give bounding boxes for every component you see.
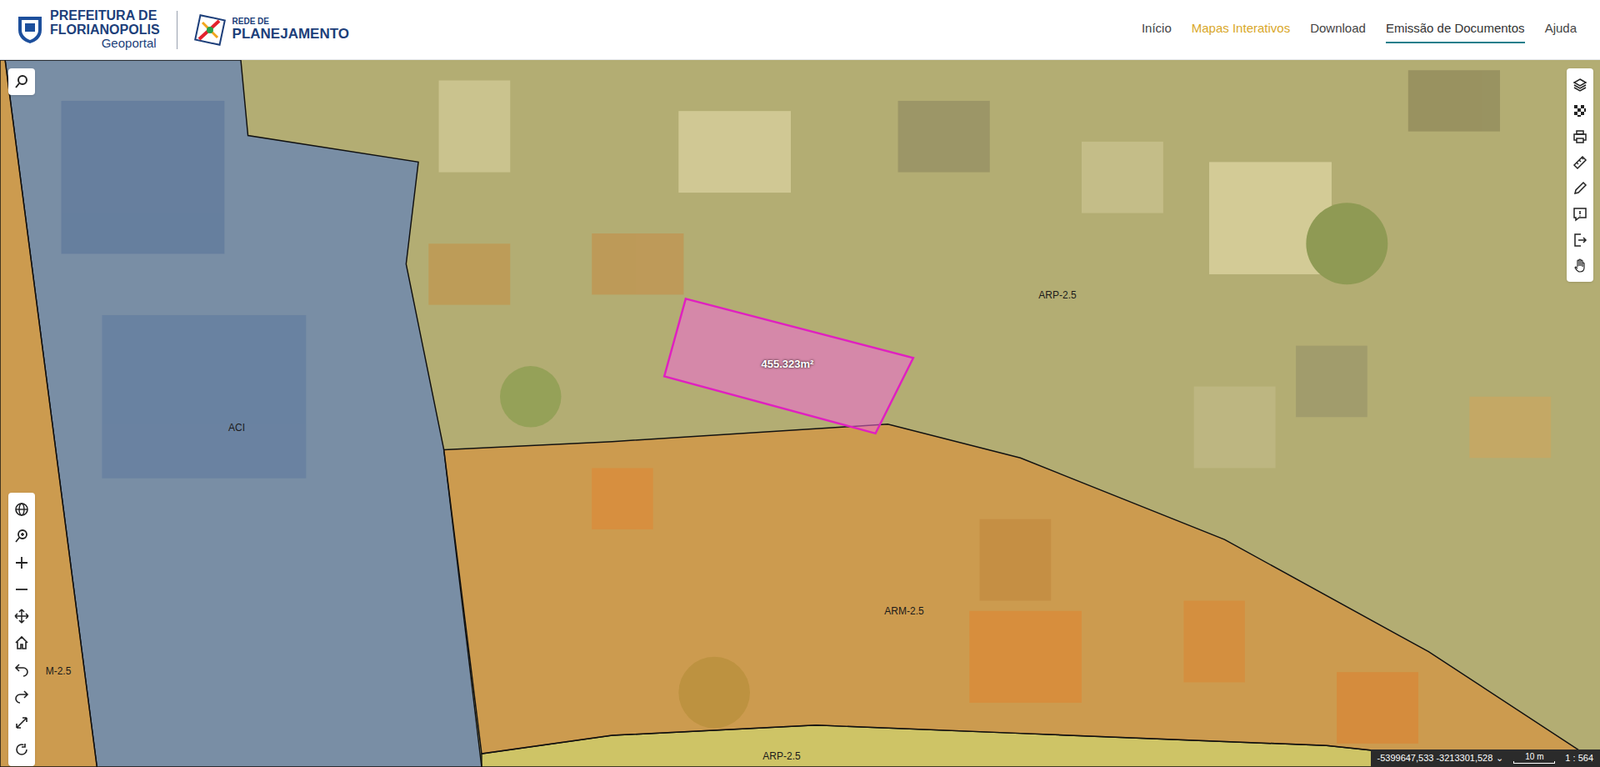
logo-subtitle: Geoportal xyxy=(101,36,160,50)
info-button[interactable] xyxy=(1566,200,1594,227)
undo-icon xyxy=(14,661,30,677)
zone-area[interactable] xyxy=(444,424,1600,767)
logo-line: FLORIANOPOLIS xyxy=(50,23,160,38)
basemap-button[interactable] xyxy=(1566,97,1594,124)
map-canvas[interactable] xyxy=(0,60,1600,767)
zoom-out-button[interactable] xyxy=(8,575,35,603)
coordinates-display[interactable]: -5399647,533 -3213301,528 ⌄ xyxy=(1377,753,1505,763)
scale-bar-line xyxy=(1513,760,1555,764)
separator xyxy=(176,10,178,50)
zone-area[interactable] xyxy=(0,60,97,767)
minus-icon xyxy=(14,581,30,597)
logo-line: PREFEITURA DE xyxy=(50,9,160,24)
network-title: PLANEJAMENTO xyxy=(232,26,350,42)
nav-link[interactable]: Emissão de Documentos xyxy=(1385,15,1525,44)
nav-link[interactable]: Mapas Interativos xyxy=(1191,15,1290,44)
print-button[interactable] xyxy=(1566,123,1594,150)
zoom-area-button[interactable] xyxy=(8,522,35,550)
zone-label: ARP-2.5 xyxy=(762,748,800,764)
main-nav: Início Mapas Interativos Download Emissão d… xyxy=(1141,0,1584,60)
nav-link[interactable]: Início xyxy=(1141,15,1172,44)
export-button[interactable] xyxy=(1566,226,1594,253)
draw-button[interactable] xyxy=(1566,175,1594,201)
layers-button[interactable] xyxy=(1566,71,1594,98)
prefeitura-logo[interactable]: PREFEITURA DE FLORIANOPOLIS Geoportal xyxy=(16,9,160,50)
planning-network-icon xyxy=(194,14,226,46)
redo-icon xyxy=(14,688,30,704)
refresh-icon xyxy=(14,741,30,757)
nav-link[interactable]: Download xyxy=(1310,15,1366,44)
network-logo[interactable]: REDE DE PLANEJAMENTO xyxy=(194,14,350,46)
map-tools-right xyxy=(1566,68,1594,282)
measure-button[interactable] xyxy=(1566,149,1594,175)
coordinates: -5399647,533 -3213301,528 xyxy=(1377,753,1494,763)
info-icon xyxy=(1572,206,1588,222)
undo-button[interactable] xyxy=(8,655,35,683)
expand-icon xyxy=(14,715,30,730)
move-icon xyxy=(14,608,30,624)
layers-icon xyxy=(1572,77,1588,93)
refresh-button[interactable] xyxy=(8,735,35,763)
home-button[interactable] xyxy=(8,629,35,656)
hand-icon xyxy=(1572,258,1588,274)
map-tools-left xyxy=(8,492,35,766)
status-bar: -5399647,533 -3213301,528 ⌄ 10 m 1 : 564 xyxy=(1370,749,1600,767)
zone-label: M-2.5 xyxy=(45,663,72,679)
zoom-search-icon xyxy=(14,528,30,544)
globe-button[interactable] xyxy=(8,495,35,523)
identify-button[interactable] xyxy=(1566,252,1594,279)
home-icon xyxy=(14,635,30,650)
pencil-icon xyxy=(1572,180,1588,196)
plus-icon xyxy=(14,555,30,570)
zone-area[interactable] xyxy=(0,60,1600,767)
selected-parcel[interactable] xyxy=(664,298,914,434)
redo-button[interactable] xyxy=(8,682,35,710)
nav-link[interactable]: Ajuda xyxy=(1545,15,1577,44)
search-button[interactable] xyxy=(8,68,35,95)
scale-ratio: 1 : 564 xyxy=(1565,753,1594,763)
ruler-icon xyxy=(1572,155,1588,170)
pan-button[interactable] xyxy=(8,602,35,630)
checkerboard-icon xyxy=(1572,103,1588,119)
scale-bar: 10 m xyxy=(1513,752,1555,764)
exit-icon xyxy=(1572,232,1588,248)
city-shield-icon xyxy=(16,15,44,45)
zone-label: ARP-2.5 xyxy=(1038,287,1076,303)
zone-label: ARM-2.5 xyxy=(884,603,924,619)
printer-icon xyxy=(1572,129,1588,145)
map-view[interactable]: ACIARP-2.5ARM-2.5ARP-2.5M-2.5 455.323m² … xyxy=(0,60,1600,767)
globe-icon xyxy=(14,501,30,517)
zoom-in-button[interactable] xyxy=(8,549,35,576)
parcel-area-label: 455.323m² xyxy=(761,355,815,373)
scale-bar-label: 10 m xyxy=(1525,752,1544,761)
zone-label: ACI xyxy=(228,420,245,435)
top-bar: PREFEITURA DE FLORIANOPOLIS Geoportal RE… xyxy=(0,0,1600,60)
network-small-text: REDE DE xyxy=(232,17,350,27)
fullscreen-button[interactable] xyxy=(8,709,35,736)
projection-dropdown[interactable]: ⌄ xyxy=(1495,753,1504,763)
search-icon xyxy=(14,74,30,90)
logos: PREFEITURA DE FLORIANOPOLIS Geoportal RE… xyxy=(16,9,350,50)
